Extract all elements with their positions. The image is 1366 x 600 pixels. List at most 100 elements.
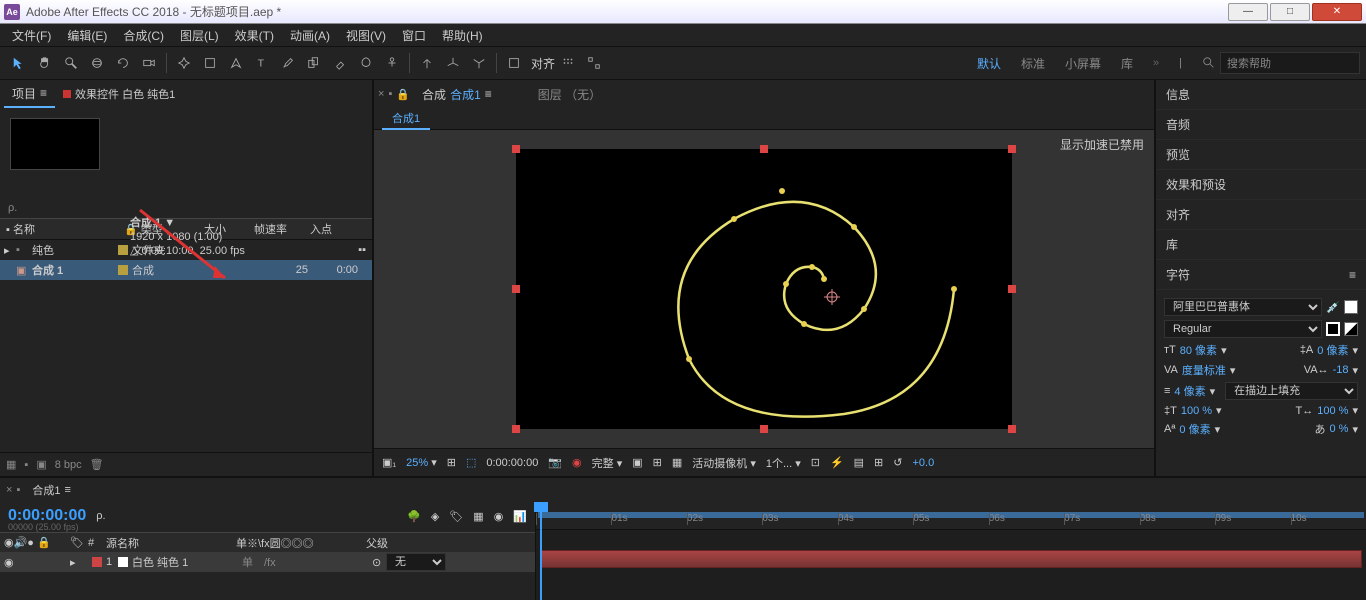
layer-color-swatch[interactable] [92,557,102,567]
panel-info[interactable]: 信息 [1156,80,1366,110]
maximize-button[interactable]: □ [1270,3,1310,21]
layer-row[interactable]: ◉ ▸ 1 白色 纯色 1 单 /fx ⊙ 无 [0,552,535,572]
zoom-tool-icon[interactable] [60,52,82,74]
tracking-input[interactable]: -18 [1333,364,1349,376]
font-style-select[interactable]: Regular [1164,320,1322,338]
motion-blur-icon[interactable]: ◉ [494,510,504,523]
timeline-ruler[interactable]: 01s 02s 03s 04s 05s 06s 07s 08s 09s 10s [536,502,1366,530]
view-layout[interactable]: 1个... ▾ [766,455,801,471]
parent-select[interactable]: 无 [386,553,446,571]
clone-tool-icon[interactable] [303,52,325,74]
camera-select[interactable]: 活动摄像机 ▾ [692,455,756,471]
toggle-safe-icon[interactable]: ⬚ [466,456,476,469]
selection-handle[interactable] [1008,285,1016,293]
col-fps[interactable]: 帧速率 [248,221,304,237]
col-name[interactable]: ▪ 名称 [0,221,118,237]
timeline-tab[interactable]: 合成1 ≡ [24,480,79,500]
search-input[interactable]: 搜索帮助 [1220,52,1360,74]
panel-audio[interactable]: 音频 [1156,110,1366,140]
font-family-select[interactable]: 阿里巴巴普惠体 [1164,298,1322,316]
flowchart-icon[interactable]: ⊞ [874,456,883,469]
selection-handle[interactable] [1008,425,1016,433]
timeline-icon[interactable]: ▤ [854,456,864,469]
snapshot-icon[interactable]: 📷 [548,456,562,469]
new-folder-icon[interactable]: ▪ [24,459,28,471]
menu-help[interactable]: 帮助(H) [434,25,491,46]
panel-effects-presets[interactable]: 效果和预设 [1156,170,1366,200]
panel-preview[interactable]: 预览 [1156,140,1366,170]
close-tab-icon[interactable]: × [378,88,384,100]
puppet-tool-icon[interactable] [381,52,403,74]
roi-icon[interactable]: ▣ [632,456,642,469]
leading-input[interactable]: 0 像素 [1317,342,1348,358]
graph-editor-icon[interactable]: 📊 [513,510,527,523]
view-axis-icon[interactable] [468,52,490,74]
fill-color[interactable] [1344,300,1358,314]
menu-composition[interactable]: 合成(C) [115,25,172,46]
vscale-input[interactable]: 100 % [1181,405,1212,417]
align-icon[interactable] [557,52,579,74]
swap-colors-icon[interactable] [1344,322,1358,336]
magnification-icon[interactable]: ▣₁ [382,456,396,469]
panel-library[interactable]: 库 [1156,230,1366,260]
comp-mini-flow-icon[interactable]: 🌳 [407,510,421,523]
grid-icon[interactable]: ⊞ [653,456,662,469]
project-search[interactable]: ρ. [8,202,364,214]
text-tool-icon[interactable]: T [251,52,273,74]
selection-handle[interactable] [512,285,520,293]
workspace-small[interactable]: 小屏幕 [1065,55,1101,72]
hide-shy-icon[interactable]: 🏷 [449,510,463,523]
bpc-toggle[interactable]: 8 bpc [55,459,82,471]
menu-window[interactable]: 窗口 [394,25,434,46]
menu-layer[interactable]: 图层(L) [172,25,227,46]
timeline-search[interactable]: ρ. [96,510,105,522]
stroke-width-input[interactable]: 4 像素 [1174,383,1205,399]
menu-animation[interactable]: 动画(A) [282,25,338,46]
tsume-input[interactable]: 0 % [1330,423,1349,435]
playhead[interactable] [540,502,542,600]
subtab-comp1[interactable]: 合成1 [382,108,430,130]
new-comp-icon[interactable]: ▣ [36,458,46,471]
pan-behind-tool-icon[interactable] [173,52,195,74]
roto-tool-icon[interactable] [355,52,377,74]
panel-align[interactable]: 对齐 [1156,200,1366,230]
frame-blend-icon[interactable]: ▦ [473,510,483,523]
col-in[interactable]: 入点 [304,221,354,237]
layer-duration-bar[interactable] [540,550,1362,568]
eraser-tool-icon[interactable] [329,52,351,74]
timeline-right[interactable]: 01s 02s 03s 04s 05s 06s 07s 08s 09s 10s [536,502,1366,600]
guides-icon[interactable]: ▦ [672,456,682,469]
menu-effect[interactable]: 效果(T) [227,25,282,46]
brush-tool-icon[interactable] [277,52,299,74]
shape-tool-icon[interactable] [199,52,221,74]
orbit-tool-icon[interactable] [86,52,108,74]
tab-effect-controls[interactable]: 效果控件 白色 纯色1 [55,82,183,106]
fast-preview-icon[interactable]: ⚡ [830,456,844,469]
stroke-order-select[interactable]: 在描边上填充 [1225,382,1358,400]
eyedropper-icon[interactable]: 💉 [1326,301,1340,314]
world-axis-icon[interactable] [442,52,464,74]
current-time[interactable]: 0:00:00:00 [486,457,538,469]
menu-edit[interactable]: 编辑(E) [59,25,115,46]
tab-composition[interactable]: 合成 合成1 ≡ [414,82,500,107]
menu-view[interactable]: 视图(V) [338,25,394,46]
workspace-default[interactable]: 默认 [977,55,1001,72]
workspace-library[interactable]: 库 [1121,55,1133,72]
local-axis-icon[interactable] [416,52,438,74]
stroke-color[interactable] [1326,322,1340,336]
draft3d-icon[interactable]: ◈ [431,510,439,523]
selection-tool-icon[interactable] [8,52,30,74]
camera-tool-icon[interactable] [138,52,160,74]
close-tab-icon[interactable]: × [6,484,12,496]
workspace-standard[interactable]: 标准 [1021,55,1045,72]
tab-layer[interactable]: 图层 （无） [530,82,609,107]
selection-handle[interactable] [512,145,520,153]
comp-thumbnail[interactable] [10,118,100,170]
exposure[interactable]: +0.0 [912,457,934,469]
tab-project[interactable]: 项目 ≡ [4,81,55,108]
selection-handle[interactable] [512,425,520,433]
pen-tool-icon[interactable] [225,52,247,74]
font-size-input[interactable]: 80 像素 [1180,342,1217,358]
resolution[interactable]: 完整 ▾ [592,455,623,471]
canvas[interactable] [516,149,1012,429]
